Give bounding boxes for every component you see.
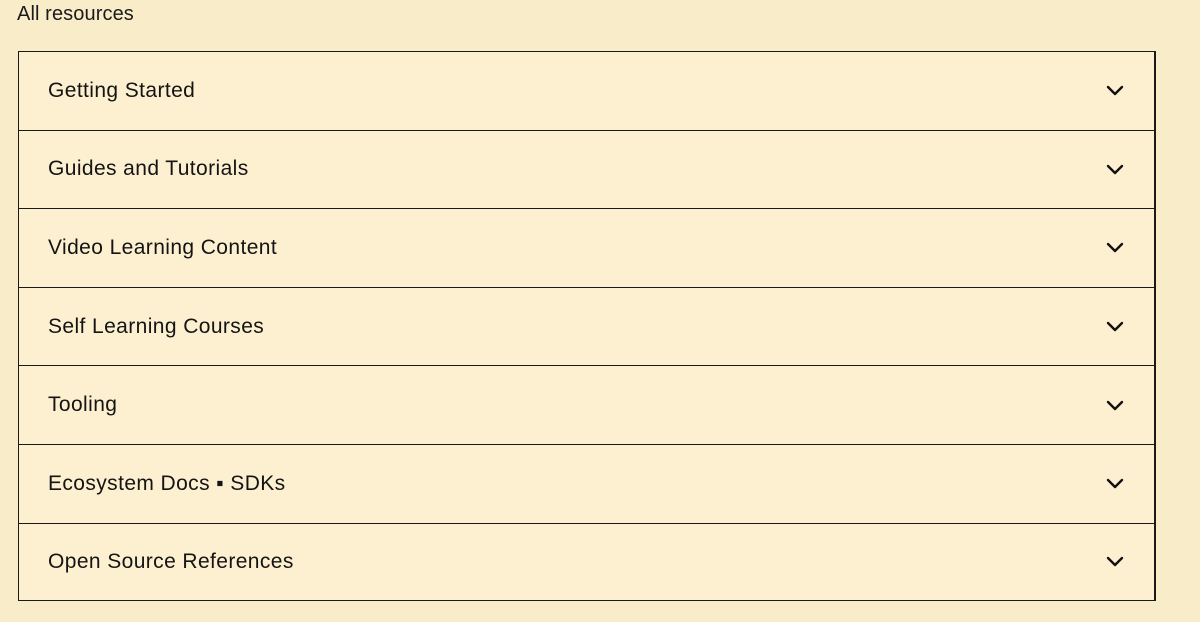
accordion-item-self-learning-courses[interactable]: Self Learning Courses: [18, 286, 1156, 366]
page-title: All resources: [17, 3, 134, 25]
accordion-item-guides-and-tutorials[interactable]: Guides and Tutorials: [18, 129, 1156, 209]
chevron-down-icon[interactable]: [1104, 316, 1126, 338]
chevron-down-icon[interactable]: [1104, 237, 1126, 259]
chevron-down-icon[interactable]: [1104, 473, 1126, 495]
chevron-down-icon[interactable]: [1104, 80, 1126, 102]
accordion-item-label: Self Learning Courses: [48, 314, 265, 338]
accordion-item-label: Getting Started: [48, 78, 196, 102]
chevron-down-icon[interactable]: [1104, 551, 1126, 573]
resources-accordion: Getting Started Guides and Tutorials Vid…: [18, 51, 1156, 602]
accordion-item-tooling[interactable]: Tooling: [18, 365, 1156, 444]
accordion-item-label: Video Learning Content: [48, 235, 278, 259]
accordion-item-label: Guides and Tutorials: [48, 157, 249, 181]
accordion-item-label: Open Source References: [48, 549, 294, 573]
chevron-down-icon[interactable]: [1104, 158, 1126, 180]
accordion-item-getting-started[interactable]: Getting Started: [18, 51, 1156, 130]
accordion-item-video-learning-content[interactable]: Video Learning Content: [18, 208, 1156, 287]
accordion-item-open-source-references[interactable]: Open Source References: [18, 522, 1156, 602]
accordion-item-label: Ecosystem Docs ▪ SDKs: [48, 471, 286, 495]
accordion-item-ecosystem-docs-sdks[interactable]: Ecosystem Docs ▪ SDKs: [18, 443, 1156, 523]
chevron-down-icon[interactable]: [1104, 394, 1126, 416]
accordion-item-label: Tooling: [48, 393, 118, 417]
